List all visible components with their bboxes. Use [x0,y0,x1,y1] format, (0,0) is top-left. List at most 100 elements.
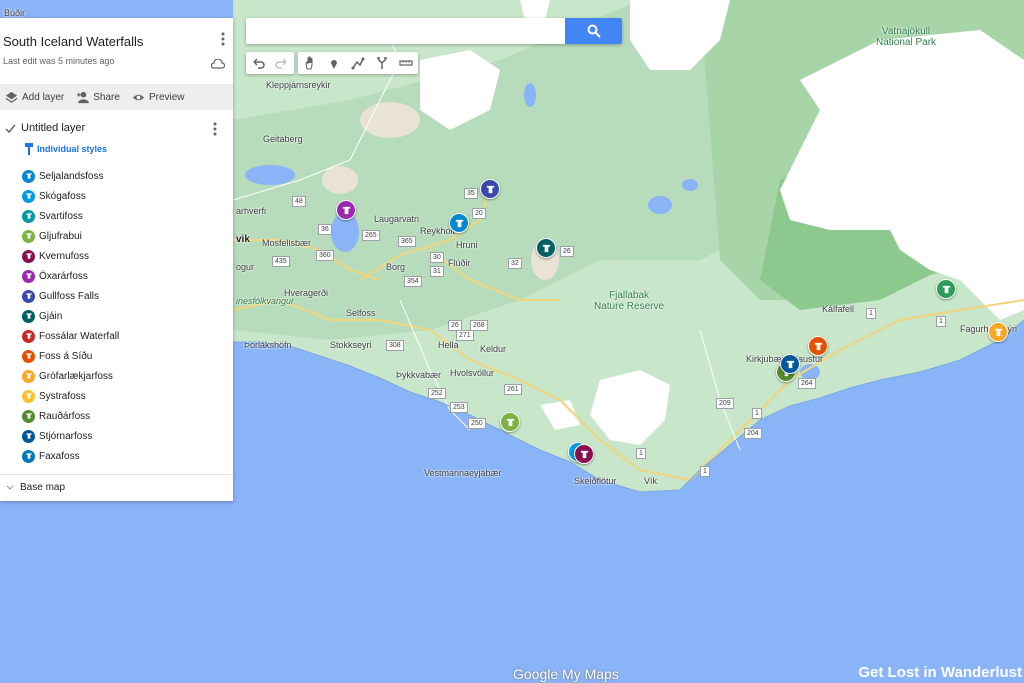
redo-button[interactable] [270,52,294,74]
add-layer-button[interactable]: Add layer [5,91,64,104]
waterfall-icon [22,349,35,363]
waterfall-icon [22,269,35,283]
preview-label: Preview [148,91,185,103]
place-list-item[interactable]: Gróf­arlækjarfoss [22,366,119,386]
waterfall-icon [580,450,588,458]
waterfall-icon [22,389,35,403]
share-button[interactable]: Share [76,91,120,104]
road-shield: 435 [272,256,290,267]
place-list-item[interactable]: Seljalandsfoss [22,166,119,186]
directions-button[interactable] [370,52,394,74]
park-label: inesfólkvangur [236,296,295,306]
waterfall-marker-kvernufoss[interactable] [574,444,594,464]
waterfall-marker-stjornarfoss[interactable] [780,354,800,374]
place-list-item[interactable]: Svartifoss [22,206,119,226]
divider [0,474,233,475]
place-name: Gljufrabui [39,230,82,242]
waterfall-icon [22,329,35,343]
road-shield: 354 [404,276,422,287]
place-list-item[interactable]: Foss á Síðu [22,346,119,366]
road-shield: 253 [450,402,468,413]
road-shield: 250 [468,418,486,429]
add-layer-label: Add layer [22,91,65,103]
waterfall-marker-faxafoss[interactable] [449,213,469,233]
waterfall-icon [22,309,35,323]
draw-line-button[interactable] [346,52,370,74]
road-shield: 252 [428,388,446,399]
base-map-toggle[interactable]: Base map [6,482,65,493]
individual-styles-link[interactable]: Individual styles [24,143,107,155]
place-list-item[interactable]: Faxafoss [22,446,119,466]
map-toolbar [246,52,418,74]
place-list-item[interactable]: Kvernufoss [22,246,119,266]
marker-icon [331,60,337,69]
waterfall-icon [22,429,35,443]
hand-icon [305,56,313,70]
place-label: Hruni [456,240,478,250]
road-shield: 20 [472,208,486,219]
undo-icon [253,58,265,69]
waterfall-marker-foss-a-sidu[interactable] [808,336,828,356]
layer-name[interactable]: Untitled layer [21,122,85,134]
place-name: Gullfoss Falls [39,290,100,302]
place-label: vik [236,234,250,245]
waterfall-marker-oxararfoss[interactable] [336,200,356,220]
place-list-item[interactable]: Gjáin [22,306,119,326]
draw-line-icon [351,57,365,70]
road-shield: 261 [504,384,522,395]
place-label: Stokkseyri [330,340,372,350]
layer-options-button[interactable] [213,122,217,141]
watermark: Get Lost in Wanderlust [858,664,1022,681]
place-name: Rauðárfoss [39,410,91,422]
place-list-item[interactable]: Systrafoss [22,386,119,406]
waterfall-marker-gullfoss[interactable] [480,179,500,199]
google-my-maps-logo: Google My Maps [513,666,619,682]
add-marker-button[interactable] [322,52,346,74]
waterfall-icon [22,229,35,243]
place-list-item[interactable]: Öxarárfoss [22,266,119,286]
road-shield: 264 [798,378,816,389]
undo-button[interactable] [246,52,270,74]
waterfall-marker-grofarlaekjarfoss[interactable] [988,322,1008,342]
waterfall-icon [342,206,350,214]
waterfall-icon [22,189,35,203]
measure-button[interactable] [394,52,418,74]
waterfall-icon [786,360,794,368]
place-label: Hvolsvöllur [450,368,495,378]
waterfall-icon [486,185,494,193]
waterfall-icon [22,449,35,463]
place-name: Svartifoss [39,210,83,222]
checkbox-checked-icon[interactable] [5,123,16,134]
waterfall-icon [542,244,550,252]
place-list-item[interactable]: Skógafoss [22,186,119,206]
waterfall-marker-gjain[interactable] [536,238,556,258]
place-list-item[interactable]: Rauðárfoss [22,406,119,426]
road-shield: 30 [430,252,444,263]
place-label: Skeiðflötur [574,476,617,486]
last-edit-status: Last edit was 5 minutes ago [3,56,115,66]
preview-button[interactable]: Preview [132,91,185,104]
place-name: Stjórnarfoss [39,430,93,442]
road-shield: 1 [752,408,762,419]
chevron-down-icon [6,485,14,490]
map-options-button[interactable] [221,32,225,51]
waterfall-marker-gljufrabui[interactable] [500,412,520,432]
place-list-item[interactable]: Fossálar Waterfall [22,326,119,346]
search-button[interactable] [565,18,622,44]
road-shield: 26 [560,246,574,257]
road-shield: 32 [508,258,522,269]
search-input[interactable] [254,22,558,42]
waterfall-icon [22,249,35,263]
place-list-item[interactable]: Gljufrabui [22,226,119,246]
base-map-label: Base map [20,482,66,493]
layer-header: Untitled layer [5,122,85,134]
map-title[interactable]: South Iceland Waterfalls [3,34,143,49]
place-label: Geitaberg [263,134,303,144]
place-label: Borg [386,262,406,272]
place-list-item[interactable]: Gullfoss Falls [22,286,119,306]
place-list-item[interactable]: Stjórnarfoss [22,426,119,446]
waterfall-marker-svartifoss[interactable] [936,279,956,299]
park-label: Vatnajökull National Park [876,26,937,48]
place-label: Þykkvabær [396,370,442,380]
pan-button[interactable] [298,52,322,74]
